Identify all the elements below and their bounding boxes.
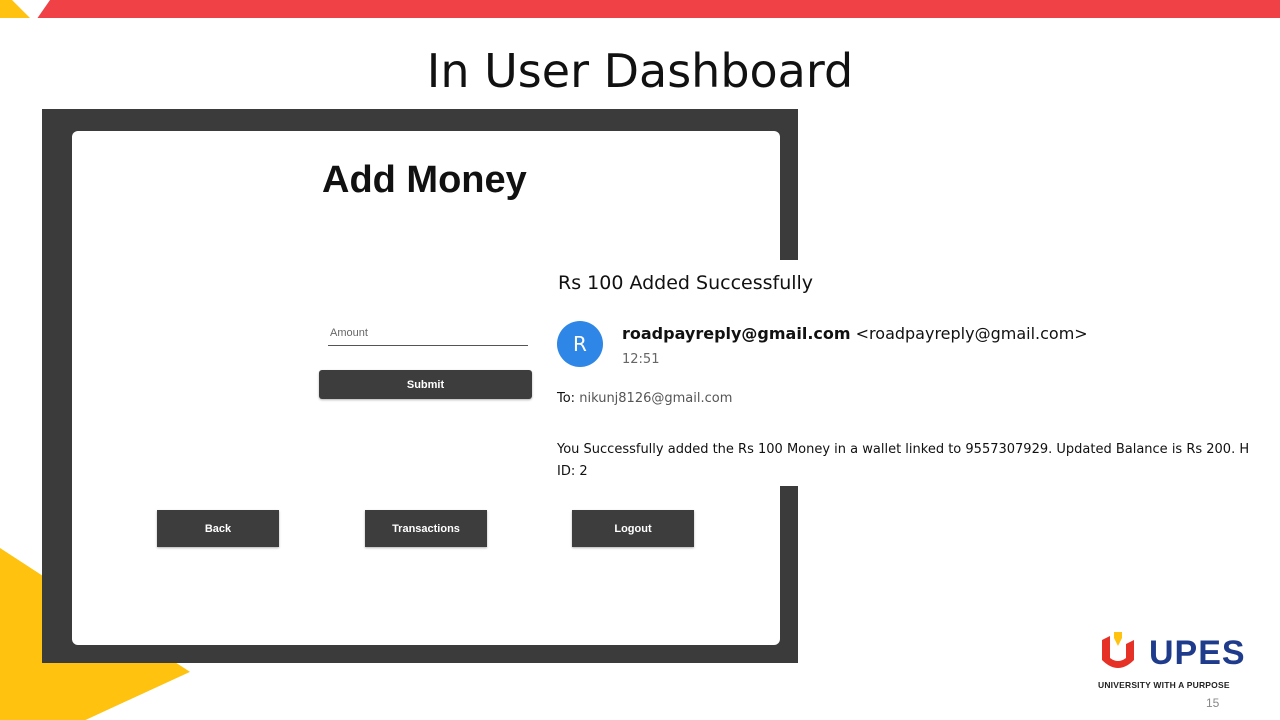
email-body-line-1: You Successfully added the Rs 100 Money … xyxy=(557,442,1250,457)
logout-button[interactable]: Logout xyxy=(572,510,694,547)
back-button[interactable]: Back xyxy=(157,510,279,547)
upes-logo-mark-icon xyxy=(1102,632,1134,668)
sender-address: <roadpayreply@gmail.com> xyxy=(855,324,1088,343)
slide-title: In User Dashboard xyxy=(426,44,854,98)
upes-tagline: UNIVERSITY WITH A PURPOSE xyxy=(1098,680,1230,690)
add-money-title: Add Money xyxy=(322,159,527,201)
amount-input[interactable] xyxy=(328,321,528,346)
recipient-address: nikunj8126@gmail.com xyxy=(579,391,733,406)
upes-wordmark: UPES xyxy=(1149,634,1246,672)
sender-name: roadpayreply@gmail.com xyxy=(622,324,851,343)
sender-line: roadpayreply@gmail.com <roadpayreply@gma… xyxy=(622,324,1088,343)
upes-logo: UPES UNIVERSITY WITH A PURPOSE xyxy=(1098,632,1250,690)
transactions-button[interactable]: Transactions xyxy=(365,510,487,547)
email-subject: Rs 100 Added Successfully xyxy=(558,272,814,294)
email-body: You Successfully added the Rs 100 Money … xyxy=(557,439,1280,483)
page-number: 15 xyxy=(1206,696,1220,710)
recipient-line: To: nikunj8126@gmail.com xyxy=(557,391,732,406)
email-body-line-2: ID: 2 xyxy=(557,464,588,479)
email-time: 12:51 xyxy=(622,352,660,367)
email-notification: Rs 100 Added Successfully R roadpayreply… xyxy=(538,260,1280,486)
slide-top-accent-bar xyxy=(0,0,1280,18)
to-label: To: xyxy=(557,391,576,406)
submit-button[interactable]: Submit xyxy=(319,370,532,399)
sender-avatar: R xyxy=(557,321,603,367)
